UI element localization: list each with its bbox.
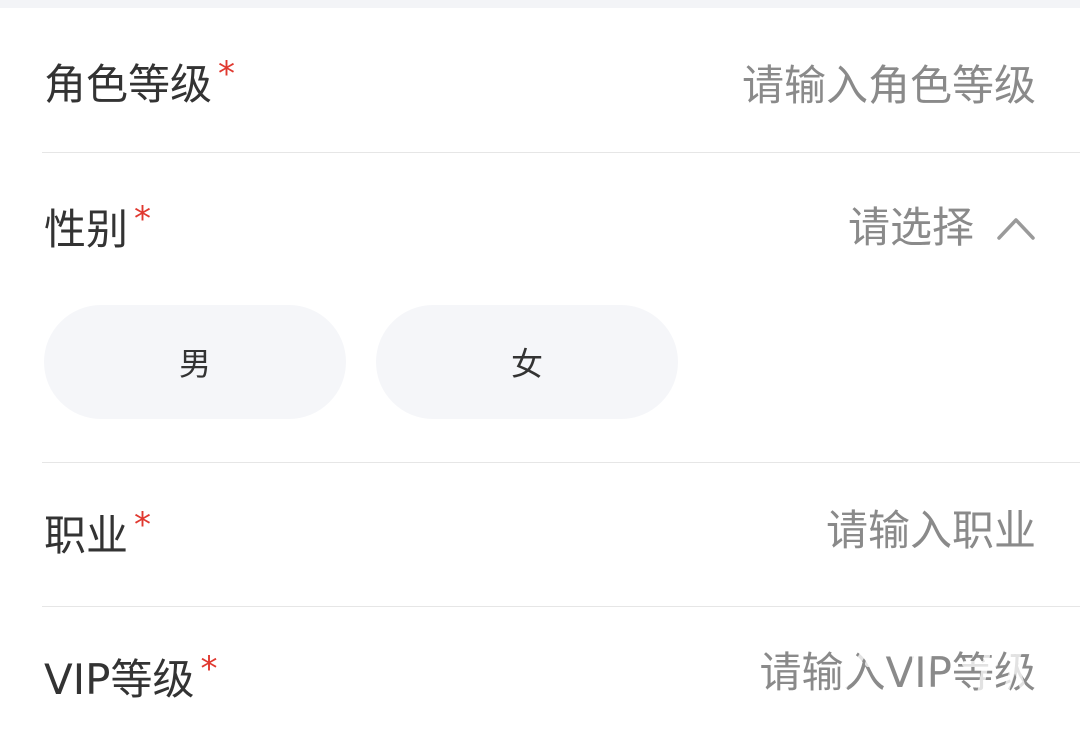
- top-strip: [0, 0, 1080, 8]
- vip-level-row: VIP等级 *: [0, 607, 1080, 748]
- required-mark: *: [218, 54, 236, 94]
- profession-input[interactable]: [516, 507, 1036, 553]
- chevron-up-icon: [997, 218, 1035, 240]
- role-level-input[interactable]: [516, 62, 1036, 108]
- role-level-label-text: 角色等级: [44, 60, 213, 109]
- vip-level-input[interactable]: [516, 649, 1036, 695]
- required-mark: *: [134, 199, 152, 239]
- role-level-row: 角色等级 *: [0, 8, 1080, 152]
- gender-label-text: 性别: [44, 205, 129, 254]
- gender-select[interactable]: 请选择: [848, 207, 1036, 249]
- gender-label: 性别 *: [44, 202, 151, 251]
- profession-row: 职业 *: [0, 463, 1080, 606]
- profession-label: 职业 *: [44, 508, 151, 557]
- vip-level-label: VIP等级 *: [44, 652, 217, 701]
- required-mark: *: [134, 505, 152, 545]
- role-level-label: 角色等级 *: [44, 57, 235, 106]
- gender-option-male[interactable]: 男: [44, 305, 346, 419]
- gender-option-label: 男: [178, 345, 211, 383]
- required-mark: *: [200, 649, 218, 689]
- gender-option-female[interactable]: 女: [376, 305, 678, 419]
- gender-select-placeholder: 请选择: [847, 203, 974, 252]
- gender-row: 性别 * 请选择 男 女: [0, 153, 1080, 463]
- gender-option-label: 女: [510, 345, 543, 383]
- vip-level-label-text: VIP等级: [44, 655, 195, 704]
- profession-label-text: 职业: [44, 511, 129, 560]
